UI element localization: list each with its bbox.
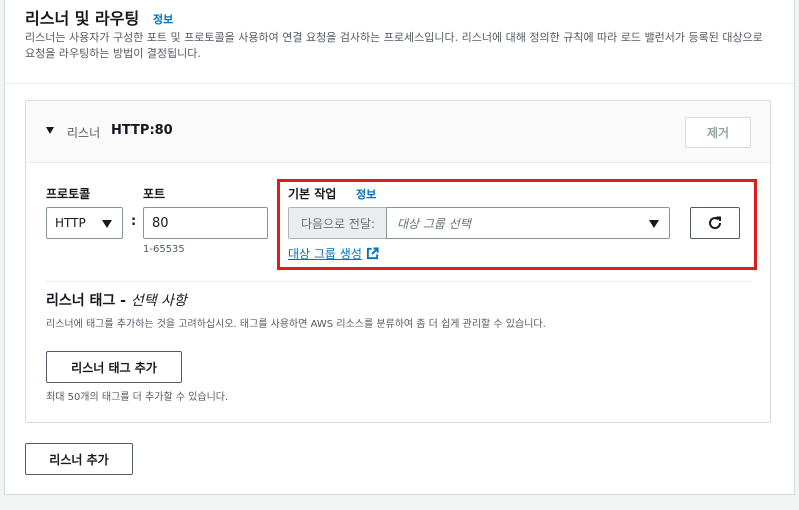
protocol-label: 프로토콜 — [46, 187, 91, 201]
target-group-placeholder: 대상 그룹 선택 — [397, 216, 471, 231]
listener-label: 리스너 — [67, 126, 101, 140]
listener-tags-description: 리스너에 태그를 추가하는 것을 고려하십시오. 태그를 사용하면 AWS 리소… — [46, 319, 546, 330]
listener-name: HTTP:80 — [111, 123, 173, 138]
port-label: 포트 — [143, 187, 166, 201]
port-input[interactable]: 80 — [143, 207, 268, 239]
port-value: 80 — [152, 215, 169, 231]
port-range-hint: 1-65535 — [143, 244, 185, 255]
section-title: 리스너 및 라우팅 — [25, 9, 140, 28]
caret-down-icon[interactable] — [46, 127, 54, 134]
protocol-port-separator: : — [131, 214, 137, 229]
refresh-button[interactable] — [690, 207, 740, 239]
default-action-info-link[interactable]: 정보 — [356, 186, 376, 202]
tag-limit-text: 최대 50개의 태그를 더 추가할 수 있습니다. — [46, 392, 229, 403]
listeners-routing-panel: 리스너 및 라우팅 정보 리스너는 사용자가 구성한 포트 및 프로토콜을 사용… — [4, 0, 795, 495]
dropdown-triangle-icon — [649, 220, 659, 228]
tags-title-main: 리스너 태그 - — [46, 293, 131, 309]
default-action-label: 기본 작업 — [288, 187, 337, 201]
divider — [46, 281, 752, 282]
add-listener-button[interactable]: 리스너 추가 — [25, 443, 133, 475]
listener-container: 리스너 HTTP:80 제거 프로토콜 HTTP : 포트 80 1-65535… — [25, 100, 771, 423]
create-target-group-link[interactable]: 대상 그룹 생성 — [288, 245, 379, 262]
add-listener-tag-button[interactable]: 리스너 태그 추가 — [46, 351, 182, 383]
protocol-select[interactable]: HTTP — [46, 207, 123, 239]
forward-to-prefix: 다음으로 전달: — [288, 207, 387, 239]
target-group-select[interactable]: 대상 그룹 선택 — [386, 207, 670, 239]
tags-title-optional: 선택 사항 — [130, 293, 187, 309]
protocol-value: HTTP — [55, 216, 86, 230]
listener-tags-title: 리스너 태그 - 선택 사항 — [46, 290, 187, 310]
section-description: 리스너는 사용자가 구성한 포트 및 프로토콜을 사용하여 연결 요청을 검사하… — [25, 31, 763, 60]
external-link-icon — [366, 247, 379, 260]
section-header: 리스너 및 라우팅 정보 리스너는 사용자가 구성한 포트 및 프로토콜을 사용… — [5, 0, 794, 84]
remove-listener-button[interactable]: 제거 — [685, 117, 751, 148]
listener-header: 리스너 HTTP:80 제거 — [26, 101, 770, 163]
dropdown-triangle-icon — [102, 220, 112, 228]
refresh-icon — [709, 216, 722, 230]
create-target-group-label: 대상 그룹 생성 — [288, 247, 362, 261]
section-info-link[interactable]: 정보 — [153, 11, 173, 27]
